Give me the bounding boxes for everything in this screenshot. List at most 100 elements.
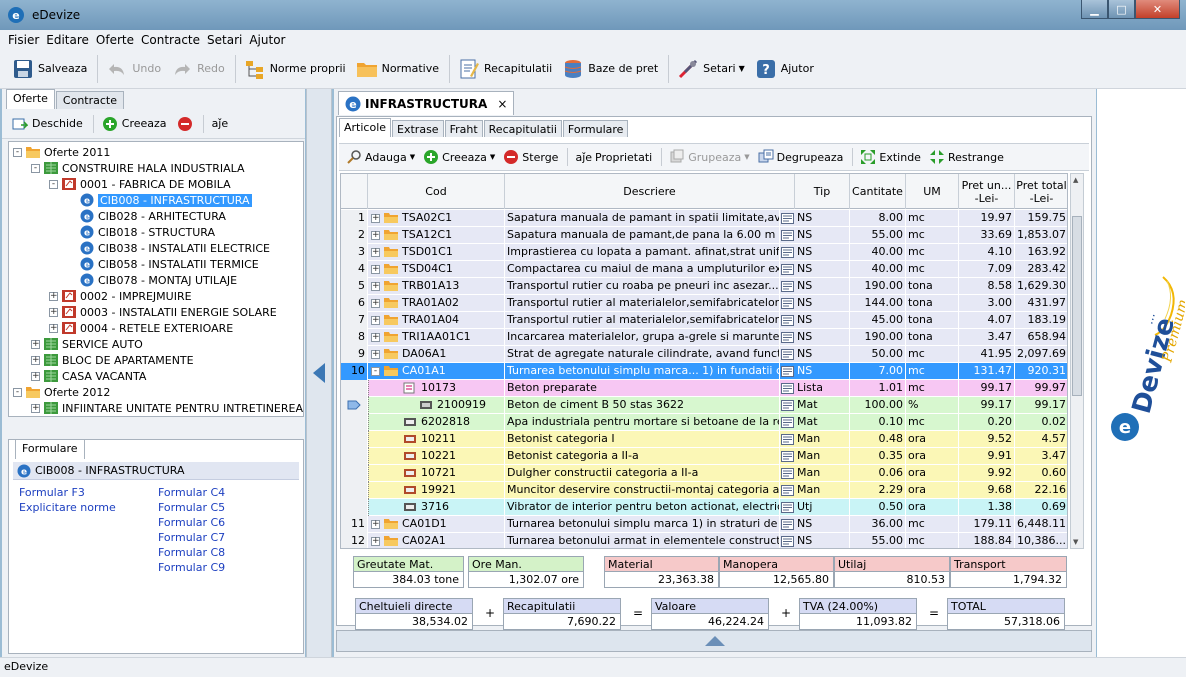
close-tab-icon[interactable]: × [497,97,507,111]
restrange-button[interactable]: Restrange [926,146,1007,168]
tree-node[interactable]: - CONSTRUIRE HALA INDUSTRIALA [31,160,245,176]
tab-formulare-doc[interactable]: Formulare [562,120,629,137]
formular-c8-link[interactable]: Formular C8 [158,546,225,559]
adauga-dropdown-button[interactable]: Adauga ▼ [343,146,418,168]
tab-contracte[interactable]: Contracte [55,91,124,109]
explicitare-norme-link[interactable]: Explicitare norme [19,501,116,514]
column-um[interactable]: UM [906,174,959,209]
note-icon[interactable] [781,213,794,224]
sterge-button[interactable]: Sterge [500,146,561,168]
column-descriere[interactable]: Descriere [505,174,795,209]
table-row[interactable]: 7 + TRA01A04 Transportul rutier al material… [341,312,1067,329]
note-icon[interactable] [781,485,794,496]
expand-row-icon[interactable]: + [371,264,380,274]
menu-fisier[interactable]: Fisier [8,33,39,47]
expand-row-icon[interactable]: + [371,519,380,529]
note-icon[interactable] [781,264,794,275]
baze-de-pret-button[interactable]: Baze de pret [558,53,662,85]
recapitulatii-button[interactable]: Recapitulatii [454,53,556,85]
formular-c4-link[interactable]: Formular C4 [158,486,225,499]
formular-c7-link[interactable]: Formular C7 [158,531,225,544]
expand-row-icon[interactable]: + [371,230,380,240]
table-row[interactable]: 4 + TSD04C1 Compactarea cu maiul de mana a … [341,261,1067,278]
column-pret-unitar[interactable]: Pret un... -Lei- [959,174,1015,209]
maximize-button[interactable]: □ [1108,0,1135,19]
table-row[interactable]: 1 + TSA02C1 Sapatura manuala de pamant in s… [341,210,1067,227]
menu-editare[interactable]: Editare [46,33,89,47]
expand-row-icon[interactable]: + [371,349,380,359]
table-row[interactable]: 10- CA01A1 Turnarea betonului simplu marca… [341,363,1067,380]
delete-button[interactable] [173,112,197,136]
tree-node[interactable]: +0004 - RETELE EXTERIOARE [49,320,233,336]
column-cantitate[interactable]: Cantitate [850,174,906,209]
extinde-button[interactable]: Extinde [857,146,924,168]
tree-node[interactable]: - Oferte 2012 [13,384,110,400]
norme-proprii-button[interactable]: Norme proprii [240,53,350,85]
grupeaza-dropdown-button[interactable]: Grupeaza ▼ [666,146,752,168]
properties-button[interactable]: aǰe [208,112,233,136]
note-icon[interactable] [781,366,794,377]
tab-recapitulatii[interactable]: Recapitulatii [483,120,562,137]
note-icon[interactable] [781,519,794,530]
tab-articole[interactable]: Articole [339,118,392,137]
grid-scrollbar[interactable]: ▲ ▼ [1070,173,1084,549]
tree-node[interactable]: e CIB058 - INSTALATII TERMICE [67,256,259,272]
note-icon[interactable] [781,349,794,360]
expand-node-icon[interactable]: + [31,355,40,365]
collapse-node-icon[interactable]: - [13,387,22,397]
collapse-left-arrow-icon[interactable] [313,363,325,383]
tree-node[interactable]: +0002 - IMPREJMUIRE [49,288,192,304]
note-icon[interactable] [781,434,794,445]
note-icon[interactable] [781,451,794,462]
creeaza-dropdown-button[interactable]: Creeaza ▼ [420,146,498,168]
table-row[interactable]: 6 + TRA01A02 Transportul rutier al material… [341,295,1067,312]
note-icon[interactable] [781,315,794,326]
tree-node[interactable]: - 0001 - FABRICA DE MOBILA [49,176,231,192]
tree-node[interactable]: + BLOC DE APARTAMENTE [31,352,194,368]
redo-button[interactable]: Redo [167,53,229,85]
note-icon[interactable] [781,298,794,309]
tree-node[interactable]: e CIB038 - INSTALATII ELECTRICE [67,240,270,256]
tree-node[interactable]: e CIB018 - STRUCTURA [67,224,215,240]
save-button[interactable]: Salveaza [8,53,91,85]
table-row[interactable]: 5 + TRB01A13 Transportul rutier cu roaba pe… [341,278,1067,295]
expand-row-icon[interactable]: + [371,247,380,257]
note-icon[interactable] [781,468,794,479]
expand-bottom-panel-bar[interactable] [336,630,1092,652]
table-row[interactable]: 12 + CA02A1 Turnarea betonului armat in ele… [341,533,1067,548]
note-icon[interactable] [781,230,794,241]
expand-node-icon[interactable]: + [31,371,40,381]
tree-node[interactable]: e CIB008 - INFRASTRUCTURA [67,192,252,208]
menu-ajutor[interactable]: Ajutor [249,33,285,47]
expand-node-icon[interactable]: + [31,339,40,349]
note-icon[interactable] [781,502,794,513]
normative-button[interactable]: Normative [352,53,443,85]
table-row[interactable]: 3 + TSD01C1 Imprastierea cu lopata a pamant… [341,244,1067,261]
tree-node[interactable]: e CIB078 - MONTAJ UTILAJE [67,272,237,288]
column-cod[interactable]: Cod [368,174,505,209]
tree-node[interactable]: + CASA VACANTA [31,368,146,384]
tree-node[interactable]: + INFIINTARE UNITATE PENTRU INTRETINEREA … [31,400,303,416]
expand-node-icon[interactable]: + [31,403,40,413]
expand-row-icon[interactable]: + [371,315,380,325]
menu-contracte[interactable]: Contracte [141,33,200,47]
column-tip[interactable]: Tip [795,174,850,209]
close-window-button[interactable]: ✕ [1135,0,1180,19]
tab-formulare[interactable]: Formulare [15,439,85,459]
table-row[interactable]: 9 + DA06A1 Strat de agregate naturale cilin… [341,346,1067,363]
note-icon[interactable] [781,383,794,394]
ajutor-button[interactable]: ? Ajutor [751,53,818,85]
menu-setari[interactable]: Setari [207,33,242,47]
menu-oferte[interactable]: Oferte [96,33,134,47]
collapse-row-icon[interactable]: - [371,366,380,376]
collapse-node-icon[interactable]: - [13,147,22,157]
collapse-node-icon[interactable]: - [49,179,58,189]
collapse-node-icon[interactable]: - [31,163,40,173]
table-row[interactable]: 10721 Dulgher constructii categoria a II-… [341,465,1067,482]
note-icon[interactable] [781,332,794,343]
table-row[interactable]: 10211 Betonist categoria I Man 0.48 ora 9.52 4… [341,431,1067,448]
formular-f3-link[interactable]: Formular F3 [19,486,85,499]
table-row[interactable]: 2100919 Beton de ciment B 50 stas 3622 Mat… [341,397,1067,414]
table-row[interactable]: 8 + TRI1AA01C1 Incarcarea materialelor, gru… [341,329,1067,346]
tree-node[interactable]: e CIB028 - ARHITECTURA [67,208,226,224]
